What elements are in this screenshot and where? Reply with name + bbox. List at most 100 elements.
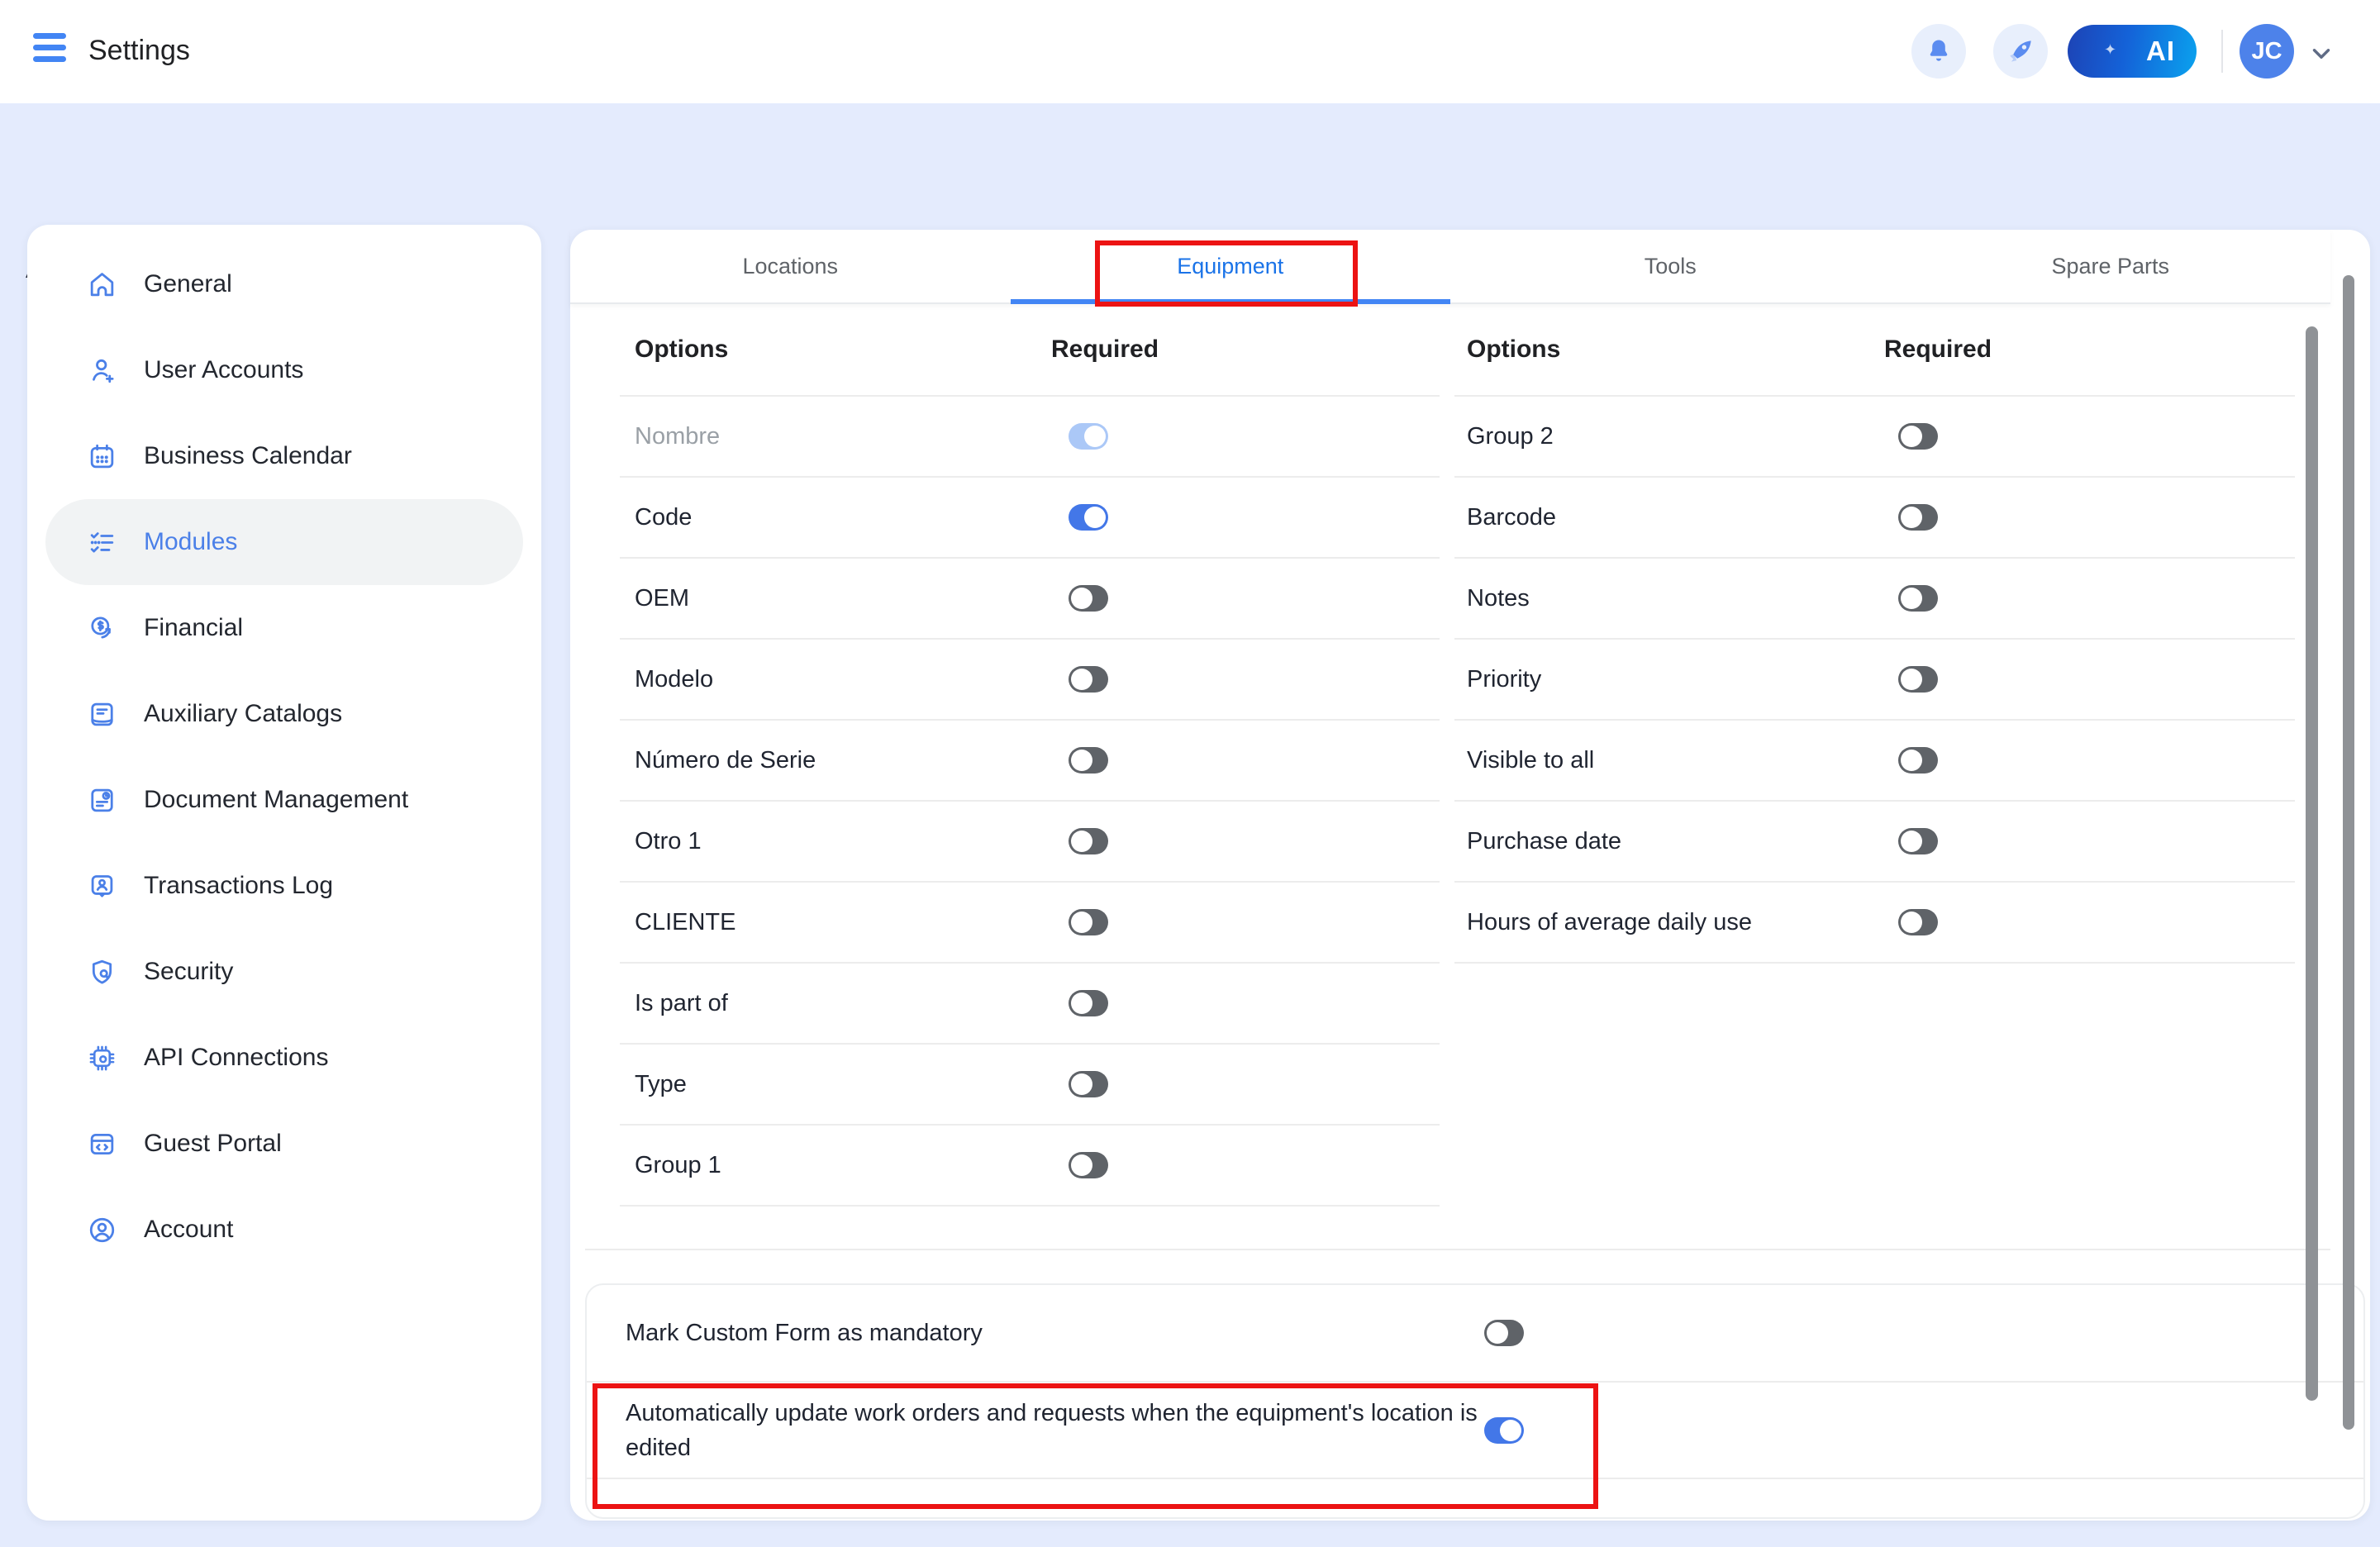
sidebar-item-label: Business Calendar [144, 442, 352, 470]
option-label: Nombre [620, 423, 720, 450]
user-plus-icon [87, 355, 117, 386]
notifications-button[interactable] [1911, 24, 1966, 79]
required-toggle[interactable] [1069, 585, 1108, 612]
option-label: Notes [1454, 585, 1530, 612]
ai-assistant-button[interactable]: ✦ AI [2068, 25, 2197, 78]
required-toggle[interactable] [1069, 828, 1108, 854]
menu-hamburger-icon[interactable] [33, 33, 66, 69]
chip-icon [87, 1043, 117, 1073]
mandatory-form-row: Mark Custom Form as mandatory [587, 1285, 2363, 1383]
option-row: Número de Serie [620, 721, 1440, 802]
required-toggle[interactable] [1898, 666, 1938, 693]
toggle-knob [1071, 1154, 1092, 1176]
chevron-down-icon[interactable] [2307, 40, 2335, 68]
sidebar-item-general[interactable]: General [27, 241, 541, 327]
tab-spare-parts[interactable]: Spare Parts [1891, 230, 2331, 302]
sidebar-item-account[interactable]: Account [27, 1187, 541, 1273]
options-header-right: Options [1467, 336, 1560, 364]
toggle-knob [1084, 507, 1106, 528]
option-row: CLIENTE [620, 883, 1440, 964]
required-toggle[interactable] [1069, 504, 1108, 531]
option-row: Purchase date [1454, 802, 2295, 883]
bell-icon [1924, 36, 1954, 66]
toggle-knob [1071, 831, 1092, 852]
option-label: Número de Serie [620, 747, 816, 774]
user-avatar[interactable]: JC [2240, 24, 2294, 79]
sidebar-item-api-connections[interactable]: API Connections [27, 1015, 541, 1101]
inner-scrollbar[interactable] [2306, 326, 2318, 1401]
tab-tools[interactable]: Tools [1450, 230, 1891, 302]
option-label: OEM [620, 585, 689, 612]
sidebar-item-label: Security [144, 958, 233, 986]
catalog-card-icon [87, 699, 117, 730]
sidebar-item-label: User Accounts [144, 356, 303, 384]
sidebar-item-business-calendar[interactable]: Business Calendar [27, 413, 541, 499]
tab-locations[interactable]: Locations [570, 230, 1011, 302]
sidebar-item-document-management[interactable]: Document Management [27, 757, 541, 843]
option-row: Otro 1 [620, 802, 1440, 883]
document-clock-icon [87, 785, 117, 816]
option-row: Barcode [1454, 478, 2295, 559]
required-toggle[interactable] [1898, 909, 1938, 935]
option-row: Priority [1454, 640, 2295, 721]
required-toggle[interactable] [1898, 504, 1938, 531]
tab-equipment[interactable]: Equipment [1011, 230, 1451, 302]
required-toggle[interactable] [1069, 747, 1108, 774]
option-row: Group 1 [620, 1126, 1440, 1207]
rocket-icon [2005, 36, 2036, 67]
sidebar-item-security[interactable]: Security [27, 929, 541, 1015]
toggle-knob [1071, 1073, 1092, 1095]
sidebar-item-label: API Connections [144, 1044, 328, 1072]
card-divider [585, 1249, 2330, 1250]
checklist-icon [87, 527, 117, 558]
calendar-icon [87, 441, 117, 472]
user-badge-icon [87, 871, 117, 902]
toggle-knob [1071, 912, 1092, 933]
auto-update-toggle[interactable] [1484, 1417, 1524, 1444]
required-toggle[interactable] [1069, 1152, 1108, 1178]
option-label: Group 1 [620, 1152, 721, 1179]
sidebar-item-guest-portal[interactable]: Guest Portal [27, 1101, 541, 1187]
option-label: Type [620, 1071, 687, 1098]
option-row: Group 2 [1454, 397, 2295, 478]
mandatory-form-toggle[interactable] [1484, 1320, 1524, 1346]
outer-scrollbar[interactable] [2343, 275, 2354, 1430]
sidebar-item-label: General [144, 270, 232, 298]
option-label: Hours of average daily use [1454, 909, 1752, 936]
sidebar-item-modules[interactable]: Modules [45, 499, 523, 585]
setting-label: Mark Custom Form as mandatory [626, 1316, 1526, 1350]
required-header-right: Required [1884, 336, 1992, 364]
sparkle-icon: ✦ [2104, 41, 2116, 59]
toggle-knob [1487, 1322, 1508, 1344]
toggle-knob [1901, 750, 1922, 771]
required-toggle[interactable] [1898, 828, 1938, 854]
home-icon [87, 269, 117, 300]
sidebar-item-auxiliary-catalogs[interactable]: Auxiliary Catalogs [27, 671, 541, 757]
header-divider [2221, 30, 2223, 73]
required-toggle[interactable] [1069, 423, 1108, 450]
required-toggle[interactable] [1069, 1071, 1108, 1097]
required-toggle[interactable] [1898, 423, 1938, 450]
sidebar-item-financial[interactable]: Financial [27, 585, 541, 671]
option-row: Modelo [620, 640, 1440, 721]
required-toggle[interactable] [1898, 585, 1938, 612]
toggle-knob [1901, 912, 1922, 933]
sidebar-item-label: Guest Portal [144, 1130, 282, 1158]
toggle-knob [1901, 588, 1922, 609]
toggle-knob [1901, 507, 1922, 528]
top-header: Settings ✦ AI JC [0, 0, 2380, 103]
sidebar-item-user-accounts[interactable]: User Accounts [27, 327, 541, 413]
option-label: Group 2 [1454, 423, 1554, 450]
required-toggle[interactable] [1069, 909, 1108, 935]
toggle-knob [1500, 1420, 1521, 1441]
option-label: Visible to all [1454, 747, 1594, 774]
required-toggle[interactable] [1898, 747, 1938, 774]
required-toggle[interactable] [1069, 990, 1108, 1016]
launch-button[interactable] [1993, 24, 2048, 79]
sidebar-item-transactions-log[interactable]: Transactions Log [27, 843, 541, 929]
option-row: Is part of [620, 964, 1440, 1045]
toggle-knob [1071, 750, 1092, 771]
required-toggle[interactable] [1069, 666, 1108, 693]
toggle-knob [1071, 669, 1092, 690]
setting-label: Automatically update work orders and req… [626, 1396, 1526, 1465]
